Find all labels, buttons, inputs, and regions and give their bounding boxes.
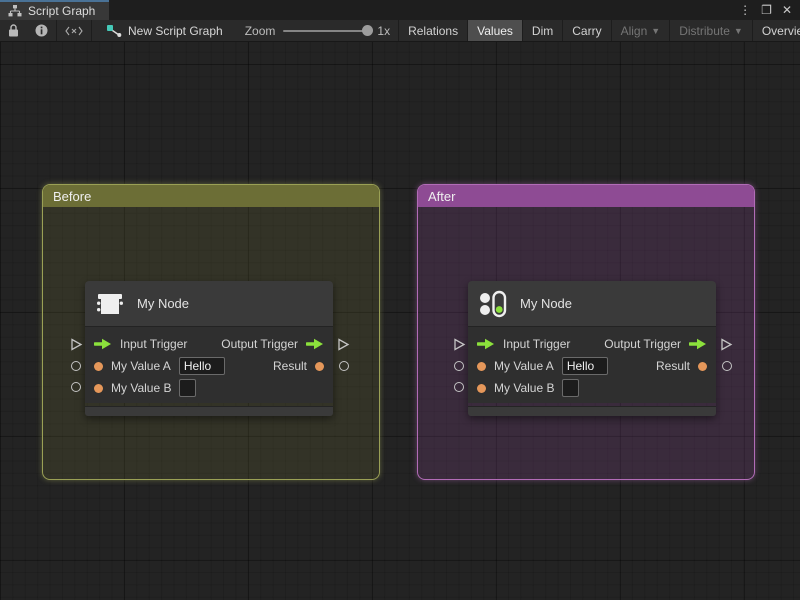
graph-hierarchy-icon [8, 5, 22, 17]
toggle-node-icon [480, 290, 507, 317]
group-before-header[interactable]: Before [43, 185, 379, 207]
node-body: Input Trigger Output Trigger My Value A … [85, 327, 333, 403]
port-label: Output Trigger [221, 337, 298, 351]
ext-value-in-port[interactable] [71, 361, 81, 371]
value-b-row: My Value B [468, 377, 716, 399]
flow-out-port[interactable] [306, 338, 324, 350]
zoom-slider-handle[interactable] [362, 25, 374, 36]
window-controls: ⋮ ❐ ✕ [739, 0, 800, 20]
node-body: Input Trigger Output Trigger My Value A … [468, 327, 716, 403]
chevron-down-icon: ▼ [651, 25, 661, 36]
flow-out-port[interactable] [689, 338, 707, 350]
graph-canvas[interactable]: Before After My Node Input Trigger Outpu… [0, 42, 800, 600]
node-header[interactable]: My Node [85, 281, 333, 327]
ext-flow-in-port[interactable] [70, 338, 83, 356]
node-header[interactable]: My Node [468, 281, 716, 327]
value-in-port[interactable] [94, 383, 103, 393]
menu-icon[interactable]: ⋮ [739, 4, 751, 16]
value-a-row: My Value A Result [85, 355, 333, 377]
port-label: My Value B [494, 381, 555, 395]
relations-button[interactable]: Relations [399, 20, 467, 41]
graph-toolbar: New Script Graph Zoom 1x Relations Value… [0, 20, 800, 42]
port-label: Input Trigger [503, 337, 571, 351]
port-label: Output Trigger [604, 337, 681, 351]
node-footer[interactable] [468, 406, 716, 416]
tab-script-graph[interactable]: Script Graph [0, 0, 110, 20]
code-icon [65, 26, 83, 35]
port-label: My Value A [111, 359, 171, 373]
value-b-input[interactable] [562, 379, 580, 397]
port-label: My Value B [111, 381, 172, 395]
value-out-port[interactable] [698, 361, 707, 371]
overview-button[interactable]: Overview [753, 20, 800, 41]
dim-button[interactable]: Dim [523, 20, 562, 41]
value-b-row: My Value B [85, 377, 333, 399]
values-button[interactable]: Values [468, 20, 522, 41]
port-label: My Value A [494, 359, 554, 373]
ext-value-out-port[interactable] [722, 361, 732, 371]
ext-value-in-port[interactable] [71, 382, 81, 392]
ext-value-in-port[interactable] [454, 382, 464, 392]
script-graph-window: Script Graph ⋮ ❐ ✕ New Script Graph Zoom… [0, 0, 800, 600]
value-b-input[interactable] [179, 379, 197, 397]
code-view-button[interactable] [57, 20, 91, 41]
zoom-label: Zoom [244, 23, 276, 38]
chevron-down-icon: ▼ [733, 25, 743, 36]
value-in-port[interactable] [94, 361, 103, 371]
flow-in-port[interactable] [94, 338, 112, 350]
unit-block-icon [97, 293, 123, 314]
info-icon [35, 24, 48, 37]
toolbar-buttons: Relations Values Dim Carry Align ▼ Distri… [399, 20, 800, 41]
zoom-slider[interactable] [283, 25, 374, 36]
value-in-port[interactable] [477, 383, 486, 393]
ext-flow-out-port[interactable] [337, 338, 350, 356]
node-my-node-before[interactable]: My Node Input Trigger Output Trigger My … [85, 281, 333, 416]
port-label: Result [272, 359, 307, 373]
trigger-row: Input Trigger Output Trigger [468, 333, 716, 355]
ext-flow-in-port[interactable] [453, 338, 466, 356]
ext-flow-out-port[interactable] [720, 338, 733, 356]
node-title: My Node [137, 296, 190, 311]
node-title: My Node [520, 296, 573, 311]
tab-bar: Script Graph ⋮ ❐ ✕ [0, 0, 800, 20]
graph-asset[interactable]: New Script Graph [92, 20, 233, 41]
value-out-port[interactable] [315, 361, 324, 371]
value-a-input[interactable] [561, 357, 608, 375]
zoom-value: 1x [377, 23, 391, 38]
port-label: Input Trigger [120, 337, 188, 351]
info-button[interactable] [27, 20, 56, 41]
trigger-row: Input Trigger Output Trigger [85, 333, 333, 355]
node-footer[interactable] [85, 406, 333, 416]
align-dropdown[interactable]: Align ▼ [612, 20, 670, 41]
group-after-header[interactable]: After [418, 185, 754, 207]
distribute-dropdown[interactable]: Distribute ▼ [670, 20, 752, 41]
graph-asset-name: New Script Graph [128, 23, 223, 38]
ext-value-in-port[interactable] [454, 361, 464, 371]
tab-title: Script Graph [28, 4, 96, 18]
maximize-icon[interactable]: ❐ [761, 4, 772, 16]
value-in-port[interactable] [477, 361, 486, 371]
lock-icon [9, 24, 18, 37]
lock-button[interactable] [0, 20, 27, 41]
group-title: After [428, 188, 456, 204]
port-label: Result [655, 359, 690, 373]
node-my-node-after[interactable]: My Node Input Trigger Output Trigger My … [468, 281, 716, 416]
close-icon[interactable]: ✕ [782, 4, 792, 16]
value-a-input[interactable] [178, 357, 225, 375]
zoom-control: Zoom 1x [233, 20, 398, 41]
value-a-row: My Value A Result [468, 355, 716, 377]
ext-value-out-port[interactable] [339, 361, 349, 371]
group-title: Before [53, 188, 92, 204]
flow-in-port[interactable] [477, 338, 495, 350]
script-graph-asset-icon [107, 25, 122, 37]
carry-button[interactable]: Carry [563, 20, 610, 41]
